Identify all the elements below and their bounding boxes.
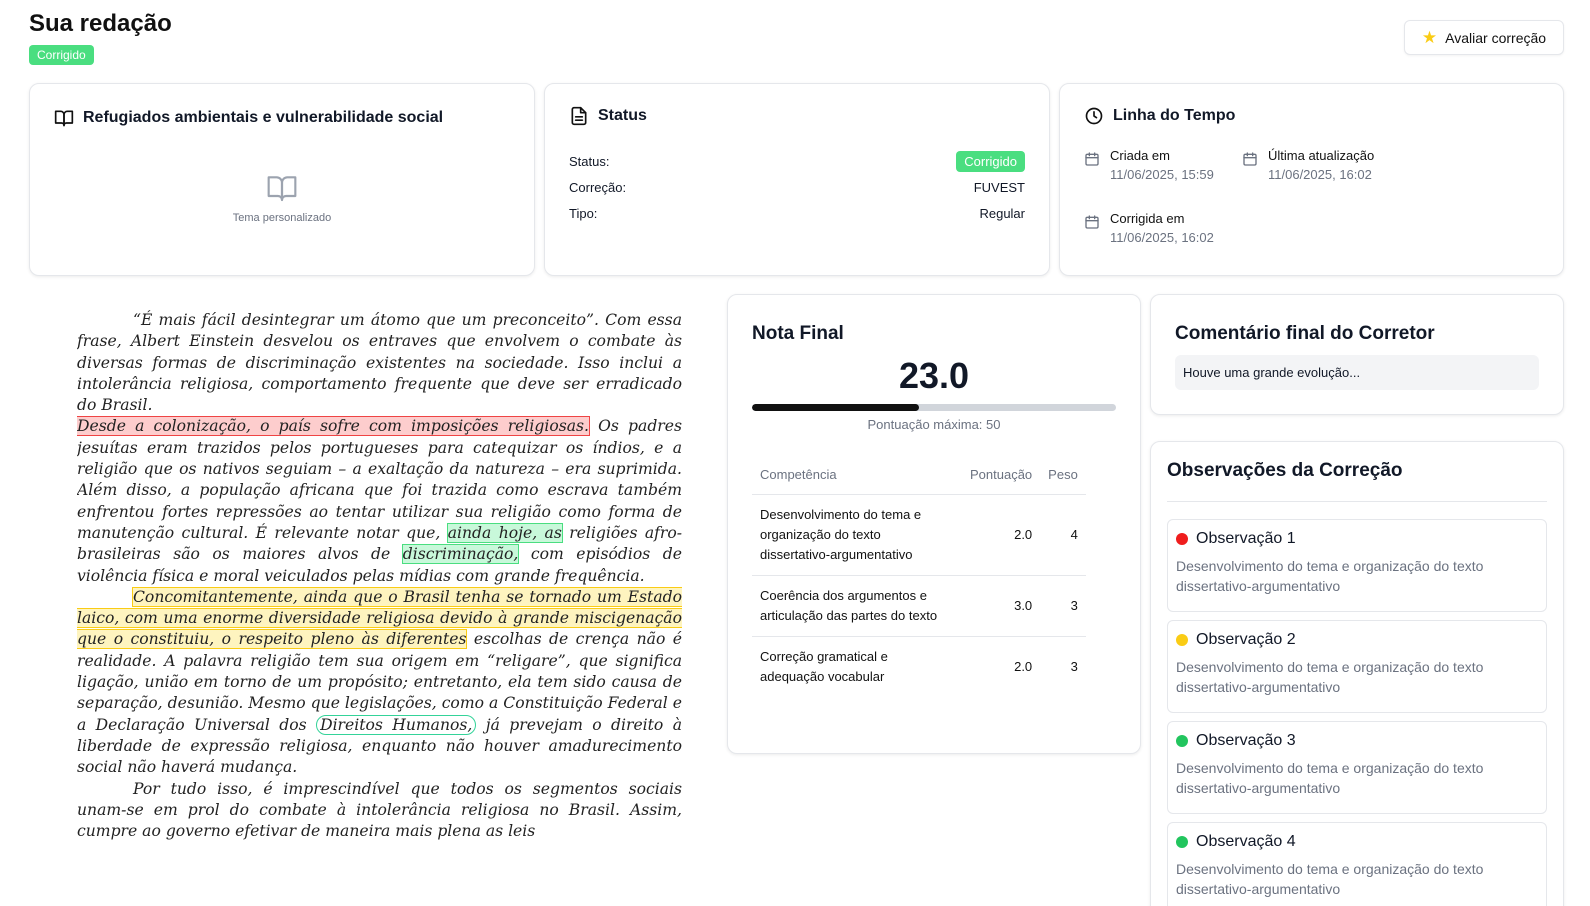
observations-card: Observações da Correção Observação 1 Des… — [1150, 441, 1564, 906]
type-label: Tipo: — [569, 205, 598, 221]
timeline-item-updated: Última atualização 11/06/2025, 16:02 — [1242, 148, 1374, 182]
score-title: Nota Final — [752, 323, 844, 344]
observation-color-dot — [1176, 836, 1188, 848]
correction-value: FUVEST — [973, 179, 1025, 195]
observation-description: Desenvolvimento do tema e organização do… — [1176, 558, 1484, 594]
observation-item[interactable]: Observação 4 Desenvolvimento do tema e o… — [1167, 822, 1547, 906]
page-title: Sua redação — [29, 10, 172, 37]
observation-color-dot — [1176, 533, 1188, 545]
timeline-label: Criada em — [1110, 148, 1170, 163]
competency-name: Correção gramatical e adequação vocabula… — [760, 649, 888, 684]
essay-paragraph-1: “É mais fácil desintegrar um átomo que u… — [77, 311, 682, 415]
table-row: Correção gramatical e adequação vocabula… — [752, 637, 1086, 698]
competency-score: 2.0 — [962, 494, 1041, 576]
essay-image: “É mais fácil desintegrar um átomo que u… — [77, 310, 682, 906]
highlight-observation-3b[interactable]: discriminação, — [401, 544, 520, 565]
final-score: 23.0 — [898, 355, 970, 396]
score-progress-bar — [752, 404, 1116, 411]
timeline-label: Corrigida em — [1110, 211, 1185, 226]
timeline-item-created: Criada em 11/06/2025, 15:59 — [1084, 148, 1214, 182]
highlight-observation-1[interactable]: Desde a colonização, o país sofre com im… — [77, 416, 590, 437]
divider — [1167, 501, 1547, 502]
calendar-icon — [1085, 215, 1099, 229]
final-comment-card: Comentário final do Corretor Houve uma g… — [1150, 294, 1564, 415]
status-value-badge: Corrigido — [956, 150, 1025, 172]
correction-row: Correção: FUVEST — [569, 174, 1025, 200]
essay-paragraph-3: Concomitantemente, ainda que o Brasil te… — [77, 586, 682, 779]
document-icon — [571, 106, 587, 126]
status-label: Status: — [569, 153, 610, 169]
status-rows: Status: Corrigido Correção: FUVEST Tipo:… — [569, 148, 1025, 226]
observation-title: Observação 3 — [1196, 732, 1296, 749]
correction-label: Correção: — [569, 179, 627, 195]
competency-name: Desenvolvimento do tema e organização do… — [752, 494, 962, 576]
highlight-observation-3[interactable]: ainda hoje, as — [446, 522, 563, 543]
status-title: Status — [598, 107, 647, 124]
competency-table: Competência Pontuação Peso Desenvolvimen… — [752, 455, 1086, 697]
status-badge: Corrigido — [29, 45, 94, 65]
competency-weight: 3 — [1040, 575, 1086, 637]
observation-item[interactable]: Observação 3 Desenvolvimento do tema e o… — [1167, 721, 1547, 814]
timeline-item-corrected: Corrigida em 11/06/2025, 16:02 — [1084, 211, 1214, 245]
table-row: Desenvolvimento do tema e organização do… — [752, 494, 1086, 576]
observation-description: Desenvolvimento do tema e organização do… — [1176, 659, 1484, 695]
observation-item[interactable]: Observação 1 Desenvolvimento do tema e o… — [1167, 519, 1547, 612]
essay-paragraph-2: Desde a colonização, o país sofre com im… — [77, 416, 682, 586]
timeline-title: Linha do Tempo — [1113, 107, 1236, 124]
table-header-row: Competência Pontuação Peso — [752, 455, 1086, 495]
clock-icon — [1085, 107, 1103, 125]
timeline-card-title: Linha do Tempo — [1084, 106, 1235, 126]
timeline-date: 11/06/2025, 16:02 — [1110, 230, 1214, 245]
competency-score: 2.0 — [1014, 659, 1033, 674]
type-value: Regular — [979, 205, 1025, 221]
essay-paragraph-4: Por tudo isso, é imprescindível que todo… — [77, 779, 682, 841]
timeline-date: 11/06/2025, 15:59 — [1110, 167, 1214, 182]
theme-placeholder-label: Tema personalizado — [232, 212, 332, 224]
score-progress-fill — [752, 404, 920, 411]
observation-item[interactable]: Observação 2 Desenvolvimento do tema e o… — [1167, 620, 1547, 713]
score-card: Nota Final 23.0 Pontuação máxima: 50 Com… — [727, 294, 1141, 754]
observation-description: Desenvolvimento do tema e organização do… — [1176, 760, 1484, 796]
table-row: Coerência dos argumentos e articulação d… — [752, 575, 1086, 637]
competency-name: Coerência dos argumentos e articulação d… — [752, 575, 962, 637]
highlight-observation-4[interactable]: Direitos Humanos, — [316, 714, 477, 735]
status-card: Status Status: Corrigido Correção: FUVES… — [544, 83, 1050, 276]
competency-score: 3.0 — [962, 575, 1041, 637]
competency-weight: 3 — [1070, 659, 1078, 674]
theme-title: Refugiados ambientais e vulnerabilidade … — [83, 109, 444, 126]
book-icon — [54, 110, 74, 127]
column-header: Peso — [1040, 455, 1086, 495]
rate-correction-label: Avaliar correção — [1445, 29, 1547, 46]
book-placeholder-icon — [267, 176, 297, 202]
star-icon: ★ — [1421, 28, 1438, 47]
column-header: Competência — [752, 455, 962, 495]
timeline-card: Linha do Tempo Criada em 11/06/2025, 15:… — [1059, 83, 1564, 276]
timeline-date: 11/06/2025, 16:02 — [1268, 167, 1372, 182]
column-header: Pontuação — [962, 455, 1041, 495]
calendar-icon — [1085, 152, 1099, 166]
observations-title: Observações da Correção — [1167, 460, 1403, 481]
observation-title: Observação 1 — [1196, 530, 1296, 547]
calendar-icon — [1243, 152, 1257, 166]
type-row: Tipo: Regular — [569, 200, 1025, 226]
observation-description: Desenvolvimento do tema e organização do… — [1176, 861, 1484, 897]
status-card-title: Status — [569, 106, 647, 126]
rate-correction-button[interactable]: ★ Avaliar correção — [1404, 20, 1564, 55]
final-comment-text: Houve uma grande evolução... — [1175, 355, 1539, 390]
final-comment-title: Comentário final do Corretor — [1175, 323, 1435, 344]
observation-title: Observação 2 — [1196, 631, 1296, 648]
theme-card-title: Refugiados ambientais e vulnerabilidade … — [54, 108, 443, 128]
observation-color-dot — [1176, 735, 1188, 747]
theme-placeholder: Tema personalizado — [30, 172, 534, 224]
status-row: Status: Corrigido — [569, 148, 1025, 174]
theme-card: Refugiados ambientais e vulnerabilidade … — [29, 83, 535, 276]
timeline-label: Última atualização — [1268, 148, 1375, 163]
competency-weight: 4 — [1040, 494, 1086, 576]
observation-color-dot — [1176, 634, 1188, 646]
score-max-label: Pontuação máxima: 50 — [867, 417, 1001, 432]
observation-title: Observação 4 — [1196, 833, 1296, 850]
